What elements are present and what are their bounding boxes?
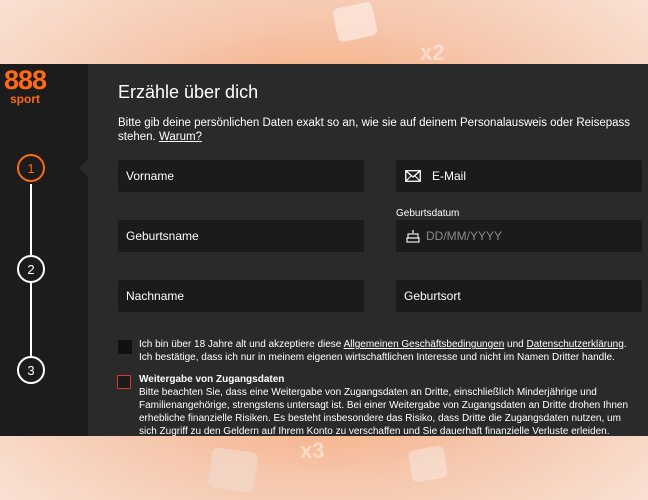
- credentials-body: Bitte beachten Sie, dass eine Weitergabe…: [139, 387, 629, 436]
- terms-text-and: und: [507, 339, 524, 350]
- step-3-indicator: 3: [17, 356, 45, 384]
- step-2-indicator: 2: [17, 255, 45, 283]
- first-name-field[interactable]: Vorname: [118, 160, 364, 192]
- terms-consent-text: Ich bin über 18 Jahre alt und akzeptiere…: [139, 338, 639, 364]
- gift-decoration: [407, 445, 449, 483]
- multiplier-decoration: x2: [420, 40, 445, 65]
- birthdate-field[interactable]: DD/MM/YYYY: [396, 220, 642, 252]
- cake-icon: [404, 229, 422, 243]
- first-name-placeholder: Vorname: [126, 169, 175, 183]
- brand-logo: 888 sport: [4, 65, 64, 106]
- birth-name-field[interactable]: Geburtsname: [118, 220, 364, 252]
- multiplier-decoration: x3: [300, 438, 325, 463]
- gift-decoration: [207, 446, 259, 494]
- birthplace-field[interactable]: Geburtsort: [396, 280, 642, 312]
- email-placeholder: E-Mail: [432, 169, 467, 183]
- intro-text: Bitte gib deine persönlichen Daten exakt…: [118, 116, 638, 144]
- privacy-link[interactable]: Datenschutzerklärung: [527, 339, 624, 350]
- terms-checkbox[interactable]: [118, 340, 132, 354]
- logo-word: sport: [10, 92, 40, 106]
- last-name-placeholder: Nachname: [126, 289, 185, 303]
- active-step-pointer: [79, 158, 89, 178]
- step-1-indicator: 1: [17, 154, 45, 182]
- last-name-field[interactable]: Nachname: [118, 280, 364, 312]
- birthplace-placeholder: Geburtsort: [404, 289, 461, 303]
- credentials-checkbox[interactable]: [117, 375, 131, 389]
- gift-decoration: [331, 1, 379, 43]
- credentials-title: Weitergabe von Zugangsdaten: [139, 374, 285, 385]
- envelope-icon: [404, 169, 422, 183]
- birth-name-placeholder: Geburtsname: [126, 229, 199, 243]
- registration-modal: 888 sport 1 2 3 Erzähle über dich Bitte …: [0, 64, 648, 436]
- birthdate-label: Geburtsdatum: [396, 208, 460, 219]
- steps-sidebar: 888 sport 1 2 3: [0, 64, 88, 436]
- page-title: Erzähle über dich: [118, 82, 259, 102]
- credentials-notice: Weitergabe von Zugangsdaten Bitte beacht…: [139, 373, 639, 436]
- email-field[interactable]: E-Mail: [396, 160, 642, 192]
- logo-number: 888: [4, 65, 47, 95]
- birthdate-placeholder: DD/MM/YYYY: [426, 229, 503, 243]
- terms-text-before: Ich bin über 18 Jahre alt und akzeptiere…: [139, 339, 342, 350]
- why-link[interactable]: Warum?: [159, 131, 202, 143]
- terms-link[interactable]: Allgemeinen Geschäftsbedingungen: [344, 339, 505, 350]
